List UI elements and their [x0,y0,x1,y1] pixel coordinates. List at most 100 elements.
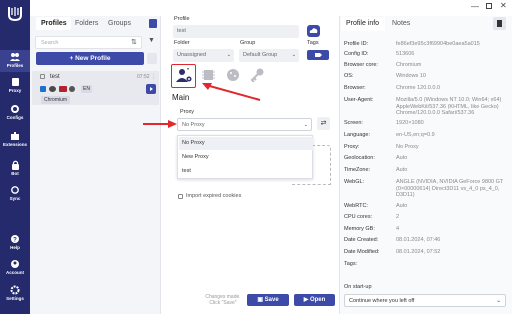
configs-icon [11,105,19,113]
nav-profiles[interactable]: Profiles [0,50,30,72]
sort-icon[interactable]: ⇅ [131,38,137,46]
info-key: Geolocation: [344,155,375,161]
group-value: Default Group [243,52,278,58]
nav-proxy[interactable]: Proxy [0,77,30,93]
group-label: Group [240,40,256,46]
info-key: OS: [344,73,354,79]
annotation-arrow-icon [143,120,177,128]
startup-select[interactable]: Continue where you left off ⌄ [344,294,506,307]
proxy-option[interactable]: New Proxy [179,151,313,164]
info-key: Proxy: [344,144,360,150]
proxy-status-icon [69,86,75,92]
search-input[interactable]: Search [35,36,142,49]
info-value: 4 [396,226,400,232]
save-button[interactable]: ▣ Save [247,294,289,306]
nav-settings-label: Settings [6,296,24,301]
open-button[interactable]: ▶ Open [294,294,335,306]
info-key: Date Modified: [344,249,380,255]
proxy-option[interactable]: No Proxy [179,137,313,150]
nav-account[interactable]: Account [0,259,30,275]
nav-configs[interactable]: Configs [0,104,30,120]
info-key: Browser core: [344,62,378,68]
folder-select[interactable]: Unassigned ⌄ [173,49,234,62]
nav-settings[interactable]: Settings [0,285,30,301]
info-value: Auto [396,155,408,161]
info-value: Chrome 120.0.0.0 [396,85,441,91]
info-key: Browser: [344,85,366,91]
folder-value: Unassigned [177,52,207,58]
annotation-arrow-icon [202,83,261,101]
bot-lock-icon [11,160,19,170]
chevron-down-icon: ⌄ [303,122,308,128]
folder-label: Folder [174,40,190,46]
info-value: 2 [396,214,400,220]
info-key: WebGL: [344,179,365,185]
copy-info-button[interactable] [493,17,506,30]
tab-notes[interactable]: Notes [392,20,410,27]
nav-help[interactable]: ? Help [0,234,30,250]
info-key: Tags: [344,261,358,267]
info-value: 08.01.2024, 07:52 [396,249,441,255]
cloud-storage-button[interactable] [307,25,320,37]
play-icon [150,87,153,91]
info-value: Auto [396,167,408,173]
tab-folders[interactable]: Folders [75,20,98,27]
profile-menu-icon[interactable]: ⋮ [151,74,156,80]
proxy-select[interactable]: No Proxy ⌄ [177,118,312,131]
section-title: Main [172,93,190,102]
section-main-tab[interactable] [176,68,192,85]
save-icon: ▣ [257,297,265,303]
profile-name-label: Profile [174,16,190,22]
profile-name-input[interactable]: test [173,25,299,38]
import-cookies-label: Import expired cookies [186,193,242,199]
group-select[interactable]: Default Group ⌄ [239,49,299,62]
profile-name: test [50,74,60,80]
nav-sync[interactable]: Sync [0,185,30,201]
new-profile-more-button[interactable] [147,53,157,64]
proxy-value: No Proxy [182,122,205,128]
minimize-button[interactable]: — [471,2,479,11]
puzzle-icon [11,132,19,140]
proxy-option[interactable]: test [179,165,313,178]
tags-button[interactable] [307,50,329,60]
info-value: fe86ef3e95c3f69904be0aea5a015 [396,41,480,47]
nav-proxy-label: Proxy [8,88,22,93]
copy-icon [497,20,502,27]
tab-profile-info[interactable]: Profile info [346,20,379,27]
tab-groups[interactable]: Groups [108,20,131,27]
profile-checkbox[interactable] [40,74,45,79]
tags-label: Tags [307,40,319,46]
info-key: Date Created: [344,237,379,243]
proxy-label: Proxy [180,109,195,115]
close-window-button[interactable]: ✕ [500,1,507,10]
save-label: Save [264,297,279,303]
proxy-icon [11,78,19,86]
swap-proxy-button[interactable]: ⇄ [317,117,330,130]
open-label: Open [309,297,326,303]
app-sidebar: Profiles Proxy Configs Extensions Bot Sy… [0,0,30,314]
nav-profiles-label: Profiles [6,63,24,68]
help-icon: ? [11,235,19,244]
maximize-button[interactable] [486,3,492,9]
tab-profiles[interactable]: Profiles [41,20,67,27]
new-profile-button[interactable]: + New Profile [36,52,144,65]
chrome-icon [49,86,56,92]
profiles-icon [10,53,20,61]
country-badge: EN [81,85,92,93]
chevron-down-icon: ⌄ [496,298,501,304]
info-key: Screen: [344,120,363,126]
filter-icon[interactable]: ▼ [148,37,155,44]
info-value: Mozilla/5.0 (Windows NT 10.0; Win64; x64… [396,97,502,117]
profile-info-panel [339,16,512,314]
cloud-icon [309,28,318,33]
info-key: CPU cores: [344,214,373,220]
nav-extensions[interactable]: Extensions [0,131,30,147]
collapse-panel-icon[interactable] [149,19,157,28]
search-placeholder: Search [41,40,59,46]
import-cookies-checkbox[interactable] [178,194,183,199]
launch-profile-button[interactable] [146,84,156,94]
info-key: Profile ID: [344,41,369,47]
app-logo-icon [8,7,22,22]
nav-bot[interactable]: Bot [0,160,30,176]
info-value: ANGLE (NVIDIA, NVIDIA GeForce 9800 GT (0… [396,179,504,199]
